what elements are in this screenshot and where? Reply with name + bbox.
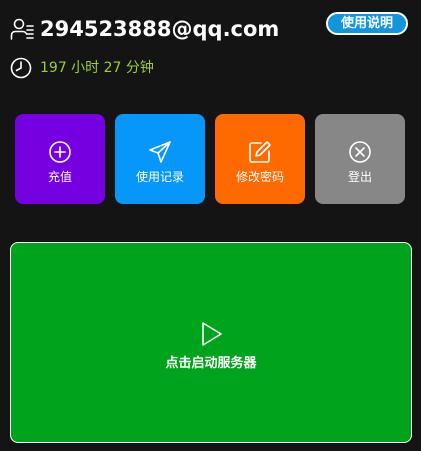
- logout-button[interactable]: 登出: [315, 114, 405, 204]
- plus-circle-icon: [49, 141, 71, 163]
- start-server-button[interactable]: 点击启动服务器: [10, 242, 412, 443]
- edit-icon: [249, 141, 271, 163]
- recharge-button[interactable]: 充值: [15, 114, 105, 204]
- usage-history-label: 使用记录: [135, 170, 184, 184]
- user-icon: [10, 18, 34, 40]
- clock-icon: [10, 57, 32, 79]
- logout-label: 登出: [347, 170, 372, 184]
- account-email: 294523888@qq.com: [40, 17, 280, 41]
- recharge-label: 充值: [47, 170, 72, 184]
- start-server-label: 点击启动服务器: [165, 356, 257, 371]
- usage-history-button[interactable]: 使用记录: [115, 114, 205, 204]
- help-button[interactable]: 使用说明: [326, 12, 408, 35]
- change-password-button[interactable]: 修改密码: [215, 114, 305, 204]
- close-circle-icon: [349, 141, 371, 163]
- change-password-label: 修改密码: [235, 170, 284, 184]
- play-icon: [202, 322, 222, 346]
- paper-plane-icon: [149, 141, 171, 163]
- remaining-time: 197 小时 27 分钟: [40, 60, 154, 76]
